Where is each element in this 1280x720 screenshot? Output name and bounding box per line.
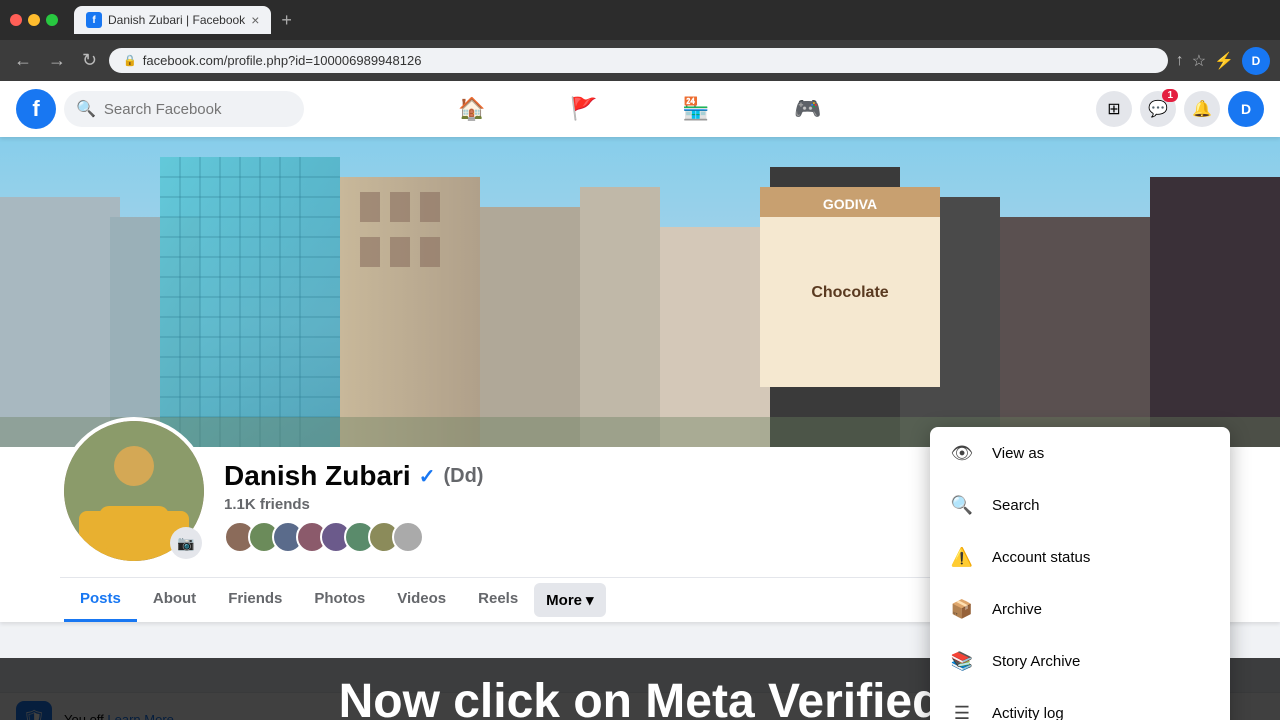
activity-log-label: Activity log xyxy=(992,705,1064,720)
profile-name-text: Danish Zubari xyxy=(224,460,411,492)
story-archive-label: Story Archive xyxy=(992,653,1080,670)
account-status-label: Account status xyxy=(992,549,1090,566)
verified-badge: ✓ xyxy=(419,464,436,489)
account-status-icon: ⚠️ xyxy=(946,541,978,573)
browser-toolbar: ← → ↻ 🔒 facebook.com/profile.php?id=1000… xyxy=(0,40,1280,81)
cover-photo: GODIVA Chocolate xyxy=(0,137,1280,447)
search-dropdown-icon: 🔍 xyxy=(946,489,978,521)
browser-actions: ↑ ☆ ⚡ D xyxy=(1176,47,1270,75)
tab-friends[interactable]: Friends xyxy=(212,578,298,622)
view-as-icon: 👁 xyxy=(946,437,978,469)
url-text: facebook.com/profile.php?id=100006989948… xyxy=(143,53,422,68)
search-label: Search xyxy=(992,497,1040,514)
activity-log-icon: ☰ xyxy=(946,697,978,720)
nav-right: ⊞ 💬 1 🔔 D xyxy=(1096,91,1264,127)
content-area: GODIVA Chocolate xyxy=(0,137,1280,720)
facebook-logo[interactable]: f xyxy=(16,89,56,129)
apps-button[interactable]: ⊞ xyxy=(1096,91,1132,127)
extensions-button[interactable]: ⚡ xyxy=(1214,51,1234,71)
notifications-button[interactable]: 🔔 xyxy=(1184,91,1220,127)
page-container: f Danish Zubari | Facebook × + ← → ↻ 🔒 f… xyxy=(0,0,1280,720)
profile-nickname: (Dd) xyxy=(443,465,483,488)
svg-text:Chocolate: Chocolate xyxy=(811,284,888,301)
tab-reels[interactable]: Reels xyxy=(462,578,534,622)
svg-text:GODIVA: GODIVA xyxy=(823,196,877,212)
change-photo-button[interactable]: 📷 xyxy=(170,527,202,559)
dropdown-item-archive[interactable]: 📦 Archive xyxy=(930,583,1230,635)
facebook-favicon: f xyxy=(86,12,102,28)
maximize-dot[interactable] xyxy=(46,14,58,26)
nav-center: 🏠 🚩 🏪 🎮 xyxy=(417,85,863,133)
nav-game-button[interactable]: 🎮 xyxy=(753,85,863,133)
bookmark-button[interactable]: ☆ xyxy=(1192,51,1206,71)
more-label: More xyxy=(546,592,582,609)
friend-avatar-8 xyxy=(392,521,424,553)
archive-icon: 📦 xyxy=(946,593,978,625)
nav-store-button[interactable]: 🏪 xyxy=(641,85,751,133)
cover-svg: GODIVA Chocolate xyxy=(0,137,1280,447)
user-avatar-nav[interactable]: D xyxy=(1228,91,1264,127)
search-icon: 🔍 xyxy=(76,99,96,119)
dropdown-menu: 👁 View as 🔍 Search ⚠️ Account status 📦 A… xyxy=(930,427,1230,720)
browser-profile-button[interactable]: D xyxy=(1242,47,1270,75)
tab-close-button[interactable]: × xyxy=(251,12,259,28)
profile-avatar-wrap: 📷 xyxy=(60,417,208,565)
chevron-down-icon: ▾ xyxy=(586,591,594,609)
forward-button[interactable]: → xyxy=(44,46,70,75)
dropdown-item-story-archive[interactable]: 📚 Story Archive xyxy=(930,635,1230,687)
tab-about[interactable]: About xyxy=(137,578,212,622)
lock-icon: 🔒 xyxy=(123,54,137,67)
tab-more-button[interactable]: More ▾ xyxy=(534,583,605,617)
back-button[interactable]: ← xyxy=(10,46,36,75)
view-as-label: View as xyxy=(992,445,1044,462)
archive-label: Archive xyxy=(992,601,1042,618)
tab-posts[interactable]: Posts xyxy=(64,578,137,622)
minimize-dot[interactable] xyxy=(28,14,40,26)
share-button[interactable]: ↑ xyxy=(1176,52,1184,70)
close-dot[interactable] xyxy=(10,14,22,26)
story-archive-icon: 📚 xyxy=(946,645,978,677)
browser-chrome: f Danish Zubari | Facebook × + ← → ↻ 🔒 f… xyxy=(0,0,1280,81)
search-bar[interactable]: 🔍 xyxy=(64,91,304,127)
nav-home-button[interactable]: 🏠 xyxy=(417,85,527,133)
facebook-navbar: f 🔍 🏠 🚩 🏪 🎮 ⊞ 💬 1 🔔 D xyxy=(0,81,1280,137)
search-input[interactable] xyxy=(104,101,292,118)
tab-videos[interactable]: Videos xyxy=(381,578,462,622)
address-bar[interactable]: 🔒 facebook.com/profile.php?id=1000069899… xyxy=(109,48,1168,73)
dropdown-item-view-as[interactable]: 👁 View as xyxy=(930,427,1230,479)
browser-tab[interactable]: f Danish Zubari | Facebook × xyxy=(74,6,271,34)
dropdown-item-activity-log[interactable]: ☰ Activity log xyxy=(930,687,1230,720)
dropdown-item-account-status[interactable]: ⚠️ Account status xyxy=(930,531,1230,583)
refresh-button[interactable]: ↻ xyxy=(78,46,101,75)
tab-photos[interactable]: Photos xyxy=(298,578,381,622)
messenger-button[interactable]: 💬 1 xyxy=(1140,91,1176,127)
nav-flag-button[interactable]: 🚩 xyxy=(529,85,639,133)
browser-dots xyxy=(10,14,58,26)
new-tab-button[interactable]: + xyxy=(281,10,292,31)
browser-titlebar: f Danish Zubari | Facebook × + xyxy=(0,0,1280,40)
tab-title: Danish Zubari | Facebook xyxy=(108,13,245,27)
cursor-arrow: ↗ xyxy=(1102,682,1125,715)
dropdown-item-search[interactable]: 🔍 Search xyxy=(930,479,1230,531)
messenger-badge: 1 xyxy=(1162,89,1178,102)
